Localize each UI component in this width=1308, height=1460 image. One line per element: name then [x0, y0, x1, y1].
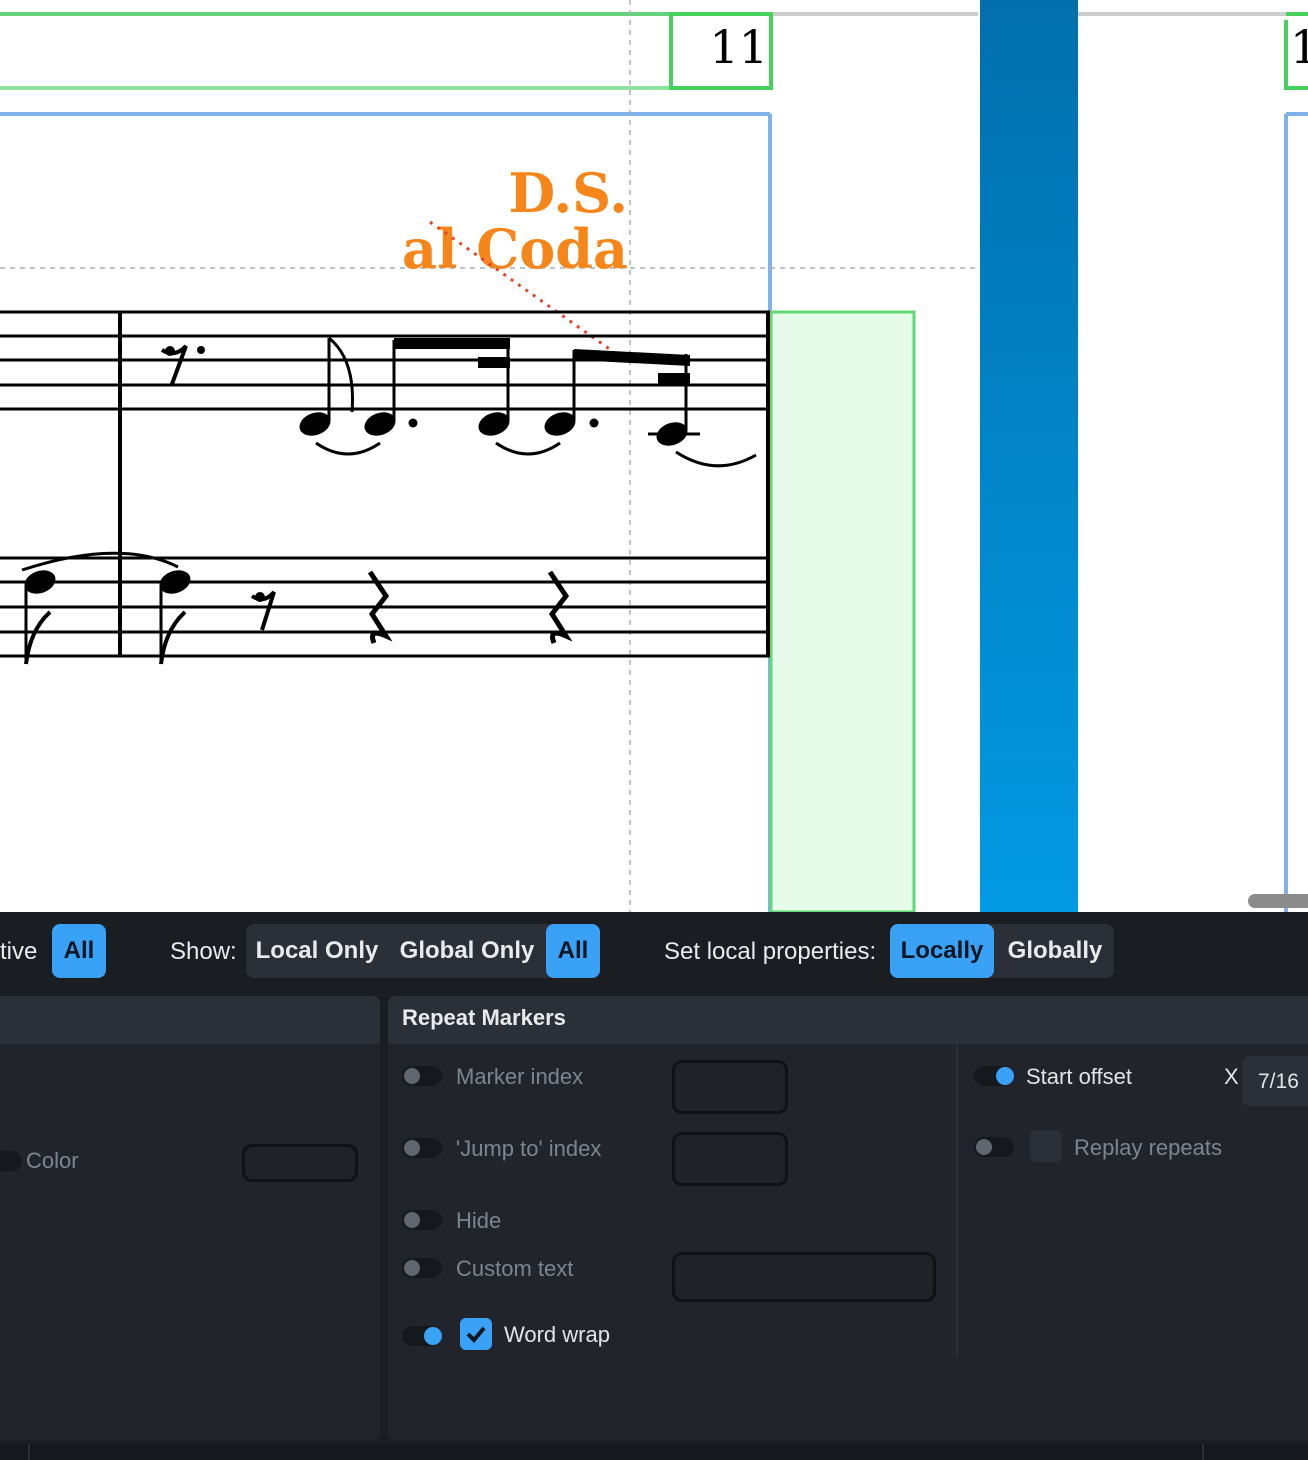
properties-panel: tive All Show: Local Only Global Only Al… — [0, 912, 1308, 1460]
color-label: Color — [26, 1148, 79, 1173]
marker-index-toggle[interactable] — [402, 1066, 442, 1086]
custom-text-field[interactable] — [672, 1252, 936, 1302]
spacer-highlight — [769, 310, 916, 912]
start-offset-value: 7/16 — [1258, 1070, 1299, 1093]
show-label: Show: — [170, 938, 237, 965]
score-canvas[interactable]: 11 1 D.S. al Coda — [0, 0, 1308, 912]
globally-button[interactable]: Globally — [998, 924, 1112, 978]
jump-to-index-label: 'Jump to' index — [456, 1136, 602, 1161]
hide-toggle[interactable] — [402, 1210, 442, 1230]
repeat-markers-title: Repeat Markers — [402, 1005, 566, 1030]
set-local-label: Set local properties: — [664, 938, 877, 965]
marker-index-label: Marker index — [456, 1064, 584, 1089]
local-only-button[interactable]: Local Only — [246, 924, 388, 978]
start-offset-field[interactable]: 7/16 — [1242, 1056, 1308, 1106]
hide-label: Hide — [456, 1208, 502, 1233]
score-svg: 11 1 D.S. al Coda — [0, 0, 1308, 912]
word-wrap-toggle[interactable] — [402, 1326, 442, 1346]
jump-to-index-toggle[interactable] — [402, 1138, 442, 1158]
color-toggle[interactable] — [0, 1151, 22, 1171]
column-separator — [956, 1044, 958, 1356]
replay-repeats-checkbox[interactable] — [1030, 1130, 1062, 1162]
color-field[interactable] — [242, 1144, 358, 1182]
word-wrap-label: Word wrap — [504, 1322, 610, 1347]
eighth-rest-upper — [160, 344, 205, 385]
custom-text-label: Custom text — [456, 1256, 574, 1281]
left-card-header — [0, 996, 380, 1044]
filter-label-partial: tive — [0, 938, 38, 965]
start-offset-axis-label: X — [1224, 1064, 1239, 1089]
measure-number-next[interactable]: 1 — [1290, 20, 1308, 74]
repeat-markers-header: Repeat Markers — [388, 996, 1308, 1044]
filter-all-button[interactable]: All — [52, 924, 106, 978]
show-all-button[interactable]: All — [546, 924, 600, 978]
global-only-button[interactable]: Global Only — [392, 924, 542, 978]
marker-text-line1[interactable]: D.S. — [508, 161, 628, 225]
horizontal-scrollbar[interactable] — [1248, 894, 1308, 908]
lower-notes — [21, 551, 573, 665]
upper-notes — [299, 412, 688, 446]
system-break-bar — [980, 0, 1078, 912]
panel-bottom-strip — [0, 1444, 1308, 1460]
replay-repeats-label: Replay repeats — [1074, 1135, 1222, 1160]
left-properties-card: Color — [0, 996, 380, 1440]
marker-text-line2[interactable]: al Coda — [402, 217, 628, 281]
locally-button[interactable]: Locally — [890, 924, 994, 978]
start-offset-toggle[interactable] — [974, 1066, 1014, 1086]
measure-number[interactable]: 11 — [709, 20, 768, 74]
repeat-markers-card: Repeat Markers Marker index 'Jump to' in… — [388, 996, 1308, 1440]
start-offset-label: Start offset — [1026, 1064, 1132, 1089]
lower-staff — [0, 556, 770, 658]
marker-index-field[interactable] — [672, 1060, 788, 1114]
custom-text-toggle[interactable] — [402, 1258, 442, 1278]
replay-repeats-toggle[interactable] — [974, 1137, 1014, 1157]
word-wrap-checkbox[interactable] — [460, 1318, 492, 1350]
jump-to-index-field[interactable] — [672, 1132, 788, 1186]
checkmark-icon — [466, 1326, 486, 1343]
upper-ties — [315, 441, 757, 468]
